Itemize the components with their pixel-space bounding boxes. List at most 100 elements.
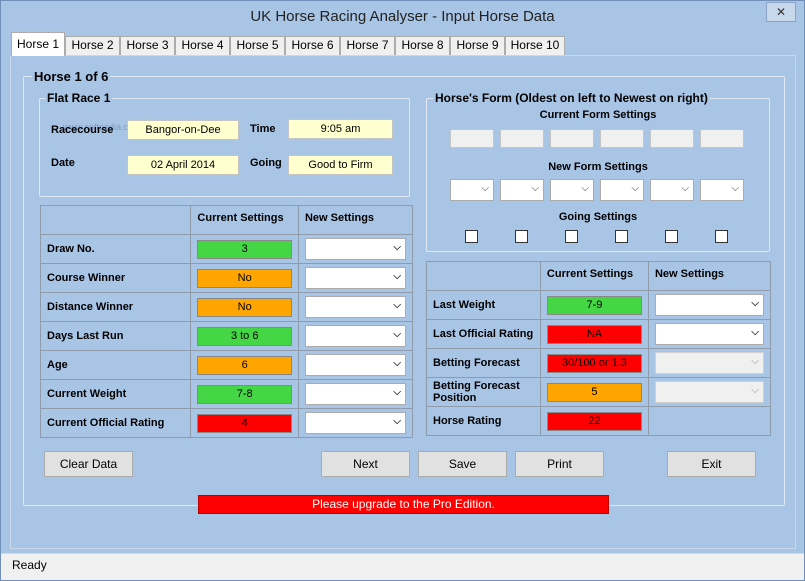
going-checkbox-1[interactable] bbox=[465, 230, 478, 243]
new-form-dropdown-4[interactable]: ⌵ bbox=[600, 179, 644, 201]
table-row: Betting Forecast Position 5 ⌵ bbox=[426, 377, 772, 407]
racecourse-value: Bangor-on-Dee bbox=[127, 120, 239, 140]
app-window: UK Horse Racing Analyser - Input Horse D… bbox=[0, 0, 805, 581]
current-form-2 bbox=[500, 129, 544, 148]
upgrade-banner: Please upgrade to the Pro Edition. bbox=[198, 495, 609, 514]
current-value: 30/100 or 1.3 bbox=[546, 353, 642, 373]
horse-settings-table: Current Settings New Settings Draw No. 3… bbox=[39, 205, 414, 438]
chevron-down-icon: ⌵ bbox=[393, 358, 401, 369]
clear-data-button[interactable]: Clear Data bbox=[44, 451, 133, 477]
going-checkbox-5[interactable] bbox=[665, 230, 678, 243]
new-setting-dropdown[interactable]: ⌵ bbox=[304, 296, 406, 318]
new-setting-dropdown[interactable]: ⌵ bbox=[304, 238, 406, 260]
new-setting-dropdown[interactable]: ⌵ bbox=[304, 383, 406, 405]
race-group-frame bbox=[39, 98, 410, 197]
table-row: Current Weight 7-8 ⌵ bbox=[39, 379, 414, 409]
chevron-down-icon: ⌵ bbox=[393, 329, 401, 340]
tab-horse-5[interactable]: Horse 5 bbox=[230, 36, 285, 55]
tab-horse-9[interactable]: Horse 9 bbox=[450, 36, 505, 55]
current-value: 4 bbox=[197, 413, 292, 433]
table-header-current: Current Settings bbox=[190, 205, 299, 235]
chevron-down-icon: ⌵ bbox=[393, 271, 401, 282]
current-form-6 bbox=[700, 129, 744, 148]
chevron-down-icon: ⌵ bbox=[393, 416, 401, 427]
going-checkbox-3[interactable] bbox=[565, 230, 578, 243]
new-form-dropdown-2[interactable]: ⌵ bbox=[500, 179, 544, 201]
table-row: Current Official Rating 4 ⌵ bbox=[39, 408, 414, 438]
table-row: Days Last Run 3 to 6 ⌵ bbox=[39, 321, 414, 351]
chevron-down-icon: ⌵ bbox=[631, 183, 639, 194]
row-label: Betting Forecast Position bbox=[426, 377, 541, 407]
tab-horse-8[interactable]: Horse 8 bbox=[395, 36, 450, 55]
chevron-down-icon: ⌵ bbox=[681, 183, 689, 194]
tab-panel: Horse 1 of 6 www.softpedia.com Flat Race… bbox=[10, 55, 796, 549]
print-button[interactable]: Print bbox=[515, 451, 604, 477]
row-label: Current Weight bbox=[39, 379, 192, 409]
chevron-down-icon: ⌵ bbox=[531, 183, 539, 194]
table-row: Course Winner No ⌵ bbox=[39, 263, 414, 293]
table-row: Last Weight 7-9 ⌵ bbox=[426, 290, 772, 320]
next-button[interactable]: Next bbox=[321, 451, 410, 477]
chevron-down-icon: ⌵ bbox=[731, 183, 739, 194]
new-form-dropdown-1[interactable]: ⌵ bbox=[450, 179, 494, 201]
current-form-4 bbox=[600, 129, 644, 148]
going-checkbox-4[interactable] bbox=[615, 230, 628, 243]
chevron-down-icon: ⌵ bbox=[751, 385, 759, 396]
tab-horse-6[interactable]: Horse 6 bbox=[285, 36, 340, 55]
current-value: 7-8 bbox=[197, 384, 292, 404]
table-row: Betting Forecast 30/100 or 1.3 ⌵ bbox=[426, 348, 772, 378]
going-checkbox-6[interactable] bbox=[715, 230, 728, 243]
current-value: No bbox=[197, 268, 292, 288]
row-label: Draw No. bbox=[39, 234, 192, 264]
chevron-down-icon: ⌵ bbox=[481, 183, 489, 194]
row-label: Last Official Rating bbox=[426, 319, 541, 349]
exit-button[interactable]: Exit bbox=[667, 451, 756, 477]
new-setting-dropdown[interactable]: ⌵ bbox=[304, 267, 406, 289]
new-setting-dropdown-disabled: ⌵ bbox=[654, 352, 764, 374]
new-form-dropdown-3[interactable]: ⌵ bbox=[550, 179, 594, 201]
race-title: Flat Race 1 bbox=[45, 91, 113, 105]
going-checkbox-2[interactable] bbox=[515, 230, 528, 243]
weight-rating-table: Current Settings New Settings Last Weigh… bbox=[426, 261, 772, 436]
new-form-label: New Form Settings bbox=[548, 161, 648, 173]
table-row: Draw No. 3 ⌵ bbox=[39, 234, 414, 264]
table-row: Horse Rating 22 bbox=[426, 406, 772, 436]
time-value: 9:05 am bbox=[288, 119, 393, 139]
row-label: Distance Winner bbox=[39, 292, 192, 322]
chevron-down-icon: ⌵ bbox=[751, 356, 759, 367]
new-setting-dropdown-disabled: ⌵ bbox=[654, 381, 764, 403]
table-header-blank bbox=[39, 205, 192, 235]
new-form-dropdown-5[interactable]: ⌵ bbox=[650, 179, 694, 201]
tab-horse-4[interactable]: Horse 4 bbox=[175, 36, 230, 55]
table-header-current: Current Settings bbox=[539, 261, 649, 291]
new-setting-dropdown[interactable]: ⌵ bbox=[304, 412, 406, 434]
new-setting-dropdown[interactable]: ⌵ bbox=[654, 294, 764, 316]
row-label: Course Winner bbox=[39, 263, 192, 293]
table-row: Last Official Rating NA ⌵ bbox=[426, 319, 772, 349]
current-value: NA bbox=[546, 324, 642, 344]
chevron-down-icon: ⌵ bbox=[393, 300, 401, 311]
form-title: Horse's Form (Oldest on left to Newest o… bbox=[433, 91, 710, 105]
current-value: 3 bbox=[197, 239, 292, 259]
tab-horse-3[interactable]: Horse 3 bbox=[120, 36, 175, 55]
row-label: Current Official Rating bbox=[39, 408, 192, 438]
tab-horse-10[interactable]: Horse 10 bbox=[505, 36, 565, 55]
close-icon[interactable]: ✕ bbox=[766, 2, 796, 22]
row-label: Days Last Run bbox=[39, 321, 192, 351]
form-group-frame bbox=[426, 98, 770, 252]
current-value: 5 bbox=[546, 382, 642, 402]
tab-horse-1[interactable]: Horse 1 bbox=[11, 32, 65, 56]
tab-horse-2[interactable]: Horse 2 bbox=[65, 36, 120, 55]
save-button[interactable]: Save bbox=[418, 451, 507, 477]
new-setting-dropdown[interactable]: ⌵ bbox=[304, 325, 406, 347]
going-settings-label: Going Settings bbox=[558, 211, 638, 223]
tab-horse-7[interactable]: Horse 7 bbox=[340, 36, 395, 55]
racecourse-label: Racecourse bbox=[51, 124, 114, 136]
chevron-down-icon: ⌵ bbox=[393, 242, 401, 253]
current-value: 3 to 6 bbox=[197, 326, 292, 346]
new-setting-dropdown[interactable]: ⌵ bbox=[304, 354, 406, 376]
chevron-down-icon: ⌵ bbox=[393, 387, 401, 398]
new-setting-dropdown[interactable]: ⌵ bbox=[654, 323, 764, 345]
row-label: Betting Forecast bbox=[426, 348, 541, 378]
new-form-dropdown-6[interactable]: ⌵ bbox=[700, 179, 744, 201]
